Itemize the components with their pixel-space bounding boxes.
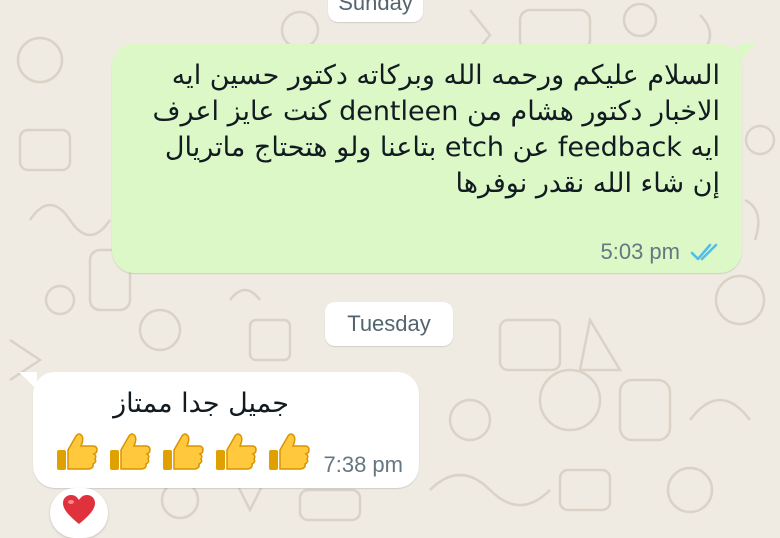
message-text: السلام عليكم ورحمه الله وبركاته دكتور حس… [120, 58, 720, 202]
bubble-tail [19, 372, 37, 390]
message-line: السلام عليكم ورحمه الله وبركاته دكتور حس… [171, 60, 720, 91]
thumbs-up-icon [57, 433, 98, 470]
thumbs-up-icon [216, 433, 257, 470]
date-chip-tuesday: Tuesday [325, 302, 453, 346]
date-chip-sunday: Sunday [328, 0, 423, 22]
thumbs-up-icon [163, 433, 204, 470]
message-line: إن شاء الله نقدر نوفرها [455, 168, 720, 199]
thumbs-up-icon [110, 433, 151, 470]
message-line: ايه feedback عن etch بتاعنا ولو هتحتاج م… [164, 132, 720, 163]
message-time: 7:38 pm [323, 452, 404, 477]
reaction-badge[interactable] [50, 488, 108, 538]
thumbs-up-icon [269, 433, 310, 470]
emoji-row [55, 430, 311, 474]
date-label: Tuesday [347, 311, 431, 336]
date-label: Sunday [338, 0, 413, 15]
outgoing-message-bubble[interactable]: السلام عليكم ورحمه الله وبركاته دكتور حس… [112, 44, 756, 273]
message-time: 5:03 pm [600, 239, 681, 264]
message-line: الاخبار دكتور هشام من dentleen كنت عايز … [152, 96, 720, 127]
message-meta: 5:03 pm [601, 239, 723, 265]
red-heart-icon [63, 495, 95, 524]
incoming-message-bubble[interactable]: جميل جدا ممتاز 7:38 pm [19, 372, 419, 488]
message-text: جميل جدا ممتاز [113, 388, 289, 419]
double-check-read-icon [690, 243, 718, 261]
bubble-tail [738, 44, 756, 62]
